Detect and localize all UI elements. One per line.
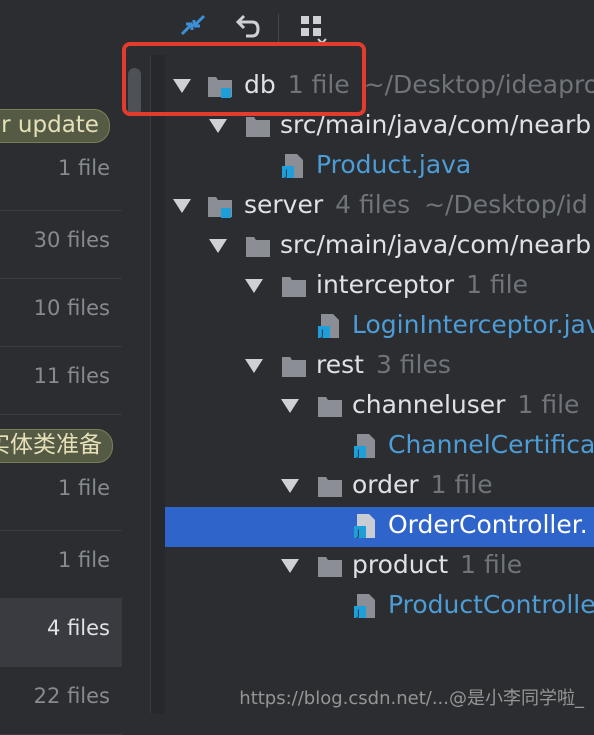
- java-class-file-icon: J: [318, 314, 339, 339]
- svg-text:J: J: [320, 329, 324, 339]
- commit-file-count: 1 file: [57, 476, 110, 500]
- module-folder-icon: [208, 197, 232, 218]
- tree-node-label: Product.java: [316, 150, 472, 179]
- commit-row[interactable]: 11 files: [0, 346, 122, 415]
- folder-icon: [246, 237, 270, 257]
- tree-node-label: server 4 files ~/Desktop/id: [244, 190, 588, 219]
- commit-file-count: 11 files: [33, 364, 110, 388]
- tree-node-folder-order[interactable]: order 1 file: [165, 467, 594, 507]
- commit-file-count: 1 file: [57, 548, 110, 572]
- commit-file-count: 1 file: [57, 156, 110, 180]
- tree-node-label: ChannelCertifica: [388, 430, 594, 459]
- changed-files-tree: db 1 file ~/Desktop/ideapro src/main/java/…: [165, 55, 594, 714]
- toolbar-separator: [278, 14, 279, 42]
- tree-node-file[interactable]: J ProductControlle: [165, 587, 594, 627]
- tree-node-label: rest 3 files: [316, 350, 451, 379]
- commit-tag-badge: 实体类准备: [0, 429, 113, 463]
- collapse-all-icon[interactable]: [178, 12, 208, 42]
- tree-node-label: channeluser 1 file: [352, 390, 580, 419]
- commit-row[interactable]: 10 files: [0, 278, 122, 347]
- java-class-file-icon: J: [354, 514, 375, 539]
- tree-node-folder-product[interactable]: product 1 file: [165, 547, 594, 587]
- tree-node-folder-channeluser[interactable]: channeluser 1 file: [165, 387, 594, 427]
- folder-icon: [318, 397, 342, 417]
- tree-node-label: src/main/java/com/nearb: [280, 230, 592, 259]
- commit-file-count: 30 files: [33, 228, 110, 252]
- watermark: https://blog.csdn.net/...@是小李同学啦_: [239, 688, 584, 709]
- commit-file-count: 22 files: [33, 684, 110, 708]
- tree-node-server-module[interactable]: server 4 files ~/Desktop/id: [165, 187, 594, 227]
- tree-node-file[interactable]: J LoginInterceptor.jav: [165, 307, 594, 347]
- folder-icon: [318, 557, 342, 577]
- expand-arrow-icon[interactable]: [281, 479, 299, 493]
- tree-node-file-selected[interactable]: J OrderController.: [165, 507, 594, 547]
- commit-tag-badge: er update: [0, 109, 110, 143]
- tree-node-label: product 1 file: [352, 550, 523, 579]
- expand-arrow-icon[interactable]: [281, 559, 299, 573]
- commit-row[interactable]: 30 files: [0, 210, 122, 279]
- vertical-scrollbar[interactable]: [122, 55, 151, 714]
- svg-text:J: J: [356, 449, 360, 459]
- expand-arrow-icon[interactable]: [245, 279, 263, 293]
- expand-arrow-icon[interactable]: [281, 399, 299, 413]
- folder-icon: [246, 117, 270, 137]
- expand-arrow-icon[interactable]: [245, 359, 263, 373]
- expand-arrow-icon[interactable]: [173, 199, 191, 213]
- tree-node-label: order 1 file: [352, 470, 493, 499]
- tree-node-label: OrderController.: [388, 510, 588, 539]
- annotation-highlight-box: [122, 42, 366, 116]
- tree-node-file[interactable]: J ChannelCertifica: [165, 427, 594, 467]
- tree-node-label: LoginInterceptor.jav: [352, 310, 594, 339]
- expand-arrow-icon[interactable]: [209, 239, 227, 253]
- tree-node-label: ProductControlle: [388, 590, 594, 619]
- panel-divider[interactable]: [150, 55, 165, 714]
- commit-row[interactable]: 1 file: [0, 462, 122, 531]
- svg-text:J: J: [284, 169, 288, 179]
- tree-node-folder-rest[interactable]: rest 3 files: [165, 347, 594, 387]
- folder-icon: [318, 477, 342, 497]
- java-class-file-icon: J: [354, 594, 375, 619]
- commit-list: er update 1 file 30 files 10 files 11 fi…: [0, 55, 122, 735]
- commit-row[interactable]: 1 file: [0, 142, 122, 211]
- tree-node-folder-interceptor[interactable]: interceptor 1 file: [165, 267, 594, 307]
- folder-icon: [282, 277, 306, 297]
- undo-icon[interactable]: [232, 12, 262, 42]
- svg-text:J: J: [356, 609, 360, 619]
- commit-file-count: 10 files: [33, 296, 110, 320]
- tree-node-label: interceptor 1 file: [316, 270, 529, 299]
- commit-file-count: 4 files: [47, 616, 110, 640]
- commit-row-selected[interactable]: 4 files: [0, 598, 122, 667]
- svg-text:J: J: [356, 529, 360, 539]
- tree-node-file[interactable]: J Product.java: [165, 147, 594, 187]
- expand-arrow-icon[interactable]: [209, 119, 227, 133]
- commit-row[interactable]: 1 file: [0, 530, 122, 599]
- commit-row[interactable]: 22 files: [0, 666, 122, 735]
- folder-icon: [282, 357, 306, 377]
- tree-node-package[interactable]: src/main/java/com/nearb: [165, 227, 594, 267]
- java-class-file-icon: J: [282, 154, 303, 179]
- java-class-file-icon: J: [354, 434, 375, 459]
- group-by-icon[interactable]: [298, 12, 328, 42]
